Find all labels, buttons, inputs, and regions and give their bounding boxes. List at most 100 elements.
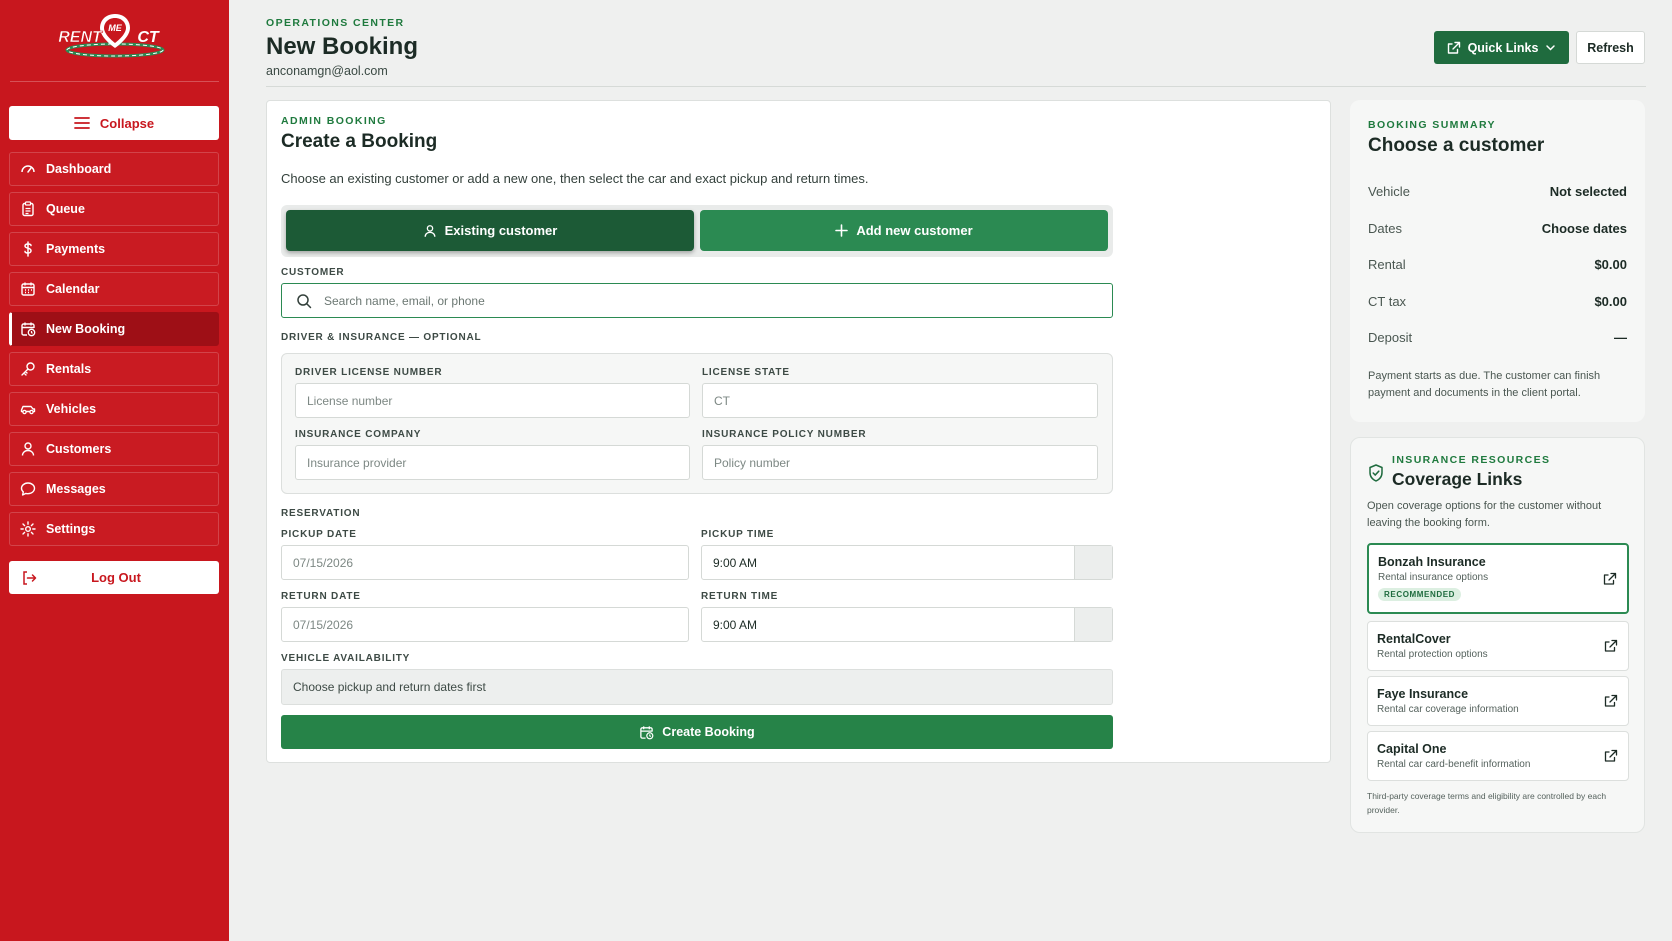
calendar-icon — [21, 282, 35, 296]
quick-links-label: Quick Links — [1467, 40, 1539, 55]
refresh-button[interactable]: Refresh — [1576, 31, 1645, 64]
logout-label: Log Out — [91, 570, 141, 585]
sidebar-item-customers[interactable]: Customers — [9, 432, 219, 466]
customer-search-input[interactable]: Search name, email, or phone — [281, 283, 1113, 318]
customer-label: CUSTOMER — [281, 267, 345, 278]
provider-name: Capital One — [1377, 742, 1447, 756]
summary-value: Choose dates — [1541, 221, 1627, 236]
quick-links-button[interactable]: Quick Links — [1434, 31, 1569, 64]
svg-text:ME: ME — [108, 23, 122, 33]
sidebar-item-calendar[interactable]: Calendar — [9, 272, 219, 306]
insurance-company-label: INSURANCE COMPANY — [295, 429, 422, 440]
sidebar-item-label: Calendar — [46, 282, 100, 296]
sidebar-item-label: Settings — [46, 522, 96, 536]
summary-key: Dates — [1368, 221, 1402, 236]
sidebar-item-payments[interactable]: Payments — [9, 232, 219, 266]
sidebar-item-vehicles[interactable]: Vehicles — [9, 392, 219, 426]
external-link-icon — [1604, 694, 1618, 707]
menu-icon — [74, 117, 90, 129]
summary-key: Rental — [1368, 257, 1406, 272]
return-time-picker[interactable] — [1074, 608, 1112, 641]
sidebar-divider — [10, 81, 219, 82]
vehicle-availability-select[interactable]: Choose pickup and return dates first — [281, 669, 1113, 705]
summary-title: Choose a customer — [1368, 135, 1545, 156]
summary-value: $0.00 — [1594, 294, 1627, 309]
pickup-time-value: 9:00 AM — [713, 555, 758, 570]
logout-button[interactable]: Log Out — [9, 561, 219, 594]
pickup-date-input[interactable]: 07/15/2026 — [281, 545, 689, 580]
summary-key: CT tax — [1368, 294, 1407, 309]
chevron-down-icon — [1546, 45, 1556, 51]
svg-text:RENT: RENT — [58, 29, 103, 46]
policy-number-label: INSURANCE POLICY NUMBER — [702, 429, 867, 440]
summary-eyebrow: BOOKING SUMMARY — [1368, 119, 1496, 131]
create-booking-button[interactable]: Create Booking — [281, 715, 1113, 749]
sidebar-item-label: Dashboard — [46, 162, 112, 176]
summary-note: Payment starts as due. The customer can … — [1368, 370, 1601, 399]
shield-check-icon — [1369, 464, 1383, 482]
summary-value: $0.00 — [1594, 257, 1627, 272]
key-icon — [21, 362, 35, 376]
provider-bonzah[interactable]: Bonzah Insurance Rental insurance option… — [1367, 543, 1629, 614]
sidebar-item-settings[interactable]: Settings — [9, 512, 219, 546]
provider-subtitle: Rental car card-benefit information — [1377, 759, 1531, 770]
sidebar-item-label: Rentals — [46, 362, 92, 376]
return-time-select[interactable]: 9:00 AM — [701, 607, 1113, 642]
provider-rentalcover[interactable]: RentalCover Rental protection options — [1367, 621, 1629, 671]
pickup-time-label: PICKUP TIME — [701, 529, 775, 540]
plus-icon — [835, 224, 849, 237]
provider-faye[interactable]: Faye Insurance Rental car coverage infor… — [1367, 676, 1629, 726]
create-booking-label: Create Booking — [662, 725, 755, 739]
provider-capital-one[interactable]: Capital One Rental car card-benefit info… — [1367, 731, 1629, 781]
summary-row-vehicle: Vehicle Not selected — [1368, 184, 1627, 199]
return-date-input[interactable]: 07/15/2026 — [281, 607, 689, 642]
sidebar-item-rentals[interactable]: Rentals — [9, 352, 219, 386]
policy-number-input[interactable]: Policy number — [702, 445, 1098, 480]
license-number-label: DRIVER LICENSE NUMBER — [295, 367, 443, 378]
provider-name: RentalCover — [1377, 632, 1451, 646]
sidebar-item-dashboard[interactable]: Dashboard — [9, 152, 219, 186]
sidebar-item-label: Payments — [46, 242, 106, 256]
gauge-icon — [21, 165, 35, 173]
booking-summary-panel: BOOKING SUMMARY Choose a customer Vehicl… — [1350, 100, 1645, 422]
summary-key: Deposit — [1368, 330, 1413, 345]
external-link-icon — [1603, 572, 1617, 585]
sidebar-item-queue[interactable]: Queue — [9, 192, 219, 226]
insurance-eyebrow: INSURANCE RESOURCES — [1392, 454, 1551, 466]
customer-search-placeholder: Search name, email, or phone — [324, 293, 485, 308]
existing-customer-button[interactable]: Existing customer — [286, 210, 694, 251]
brand-logo[interactable]: ME RENT CT — [50, 12, 180, 62]
license-state-input[interactable]: CT — [702, 383, 1098, 418]
logout-icon — [23, 570, 37, 585]
header-divider — [266, 86, 1646, 87]
car-icon — [20, 405, 36, 415]
sidebar-item-new-booking[interactable]: New Booking — [9, 312, 219, 346]
collapse-button[interactable]: Collapse — [9, 106, 219, 140]
booking-card: ADMIN BOOKING Create a Booking Choose an… — [266, 100, 1331, 763]
booking-title: Create a Booking — [281, 131, 438, 152]
chat-icon — [20, 482, 36, 496]
summary-row-dates: Dates Choose dates — [1368, 221, 1627, 236]
user-icon — [424, 224, 436, 237]
provider-subtitle: Rental insurance options — [1378, 572, 1489, 583]
driver-insurance-panel: DRIVER LICENSE NUMBER License number LIC… — [281, 353, 1113, 494]
provider-subtitle: Rental car coverage information — [1377, 704, 1519, 715]
sidebar-item-label: New Booking — [46, 322, 126, 336]
pickup-time-picker[interactable] — [1074, 546, 1112, 579]
add-customer-label: Add new customer — [856, 223, 973, 238]
sidebar-item-messages[interactable]: Messages — [9, 472, 219, 506]
provider-subtitle: Rental protection options — [1377, 649, 1488, 660]
summary-value: — — [1614, 330, 1627, 345]
user-email: anconamgn@aol.com — [266, 64, 388, 78]
insurance-company-input[interactable]: Insurance provider — [295, 445, 690, 480]
summary-value: Not selected — [1549, 184, 1627, 199]
add-customer-button[interactable]: Add new customer — [700, 210, 1108, 251]
pickup-time-select[interactable]: 9:00 AM — [701, 545, 1113, 580]
gear-icon — [20, 521, 36, 537]
external-link-icon — [1447, 41, 1460, 54]
sidebar-item-label: Messages — [46, 482, 106, 496]
booking-eyebrow: ADMIN BOOKING — [281, 115, 387, 127]
summary-row-ct-tax: CT tax $0.00 — [1368, 294, 1627, 309]
license-number-input[interactable]: License number — [295, 383, 690, 418]
insurance-title: Coverage Links — [1392, 469, 1523, 489]
